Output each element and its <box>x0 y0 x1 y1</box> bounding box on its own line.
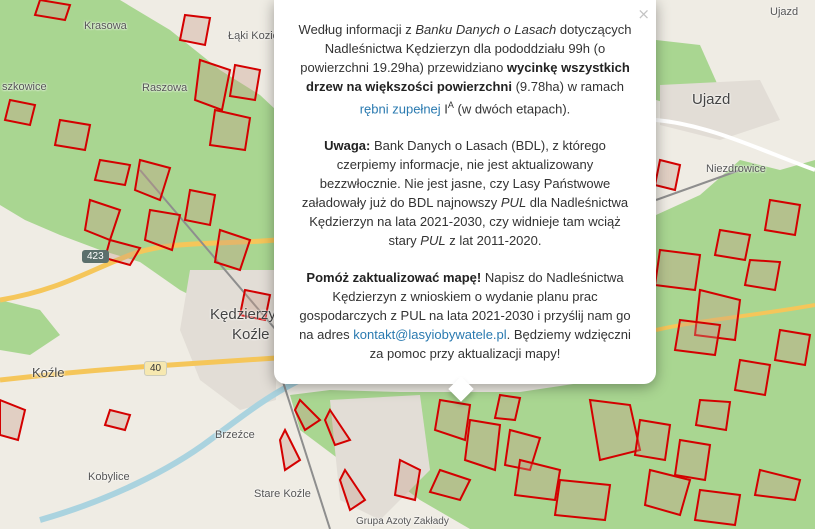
popup-paragraph-plan: Według informacji z Banku Danych o Lasac… <box>296 20 634 118</box>
place-label-raszowa: Raszowa <box>142 82 188 94</box>
popup-content: Według informacji z Banku Danych o Lasac… <box>274 0 656 363</box>
text: z lat 2011-2020. <box>445 233 542 249</box>
help-heading: Pomóż zaktualizować mapę! <box>306 270 482 286</box>
popup-paragraph-help: Pomóż zaktualizować mapę! Napisz do Nadl… <box>296 268 634 363</box>
place-label-azoty: Grupa Azoty Zakłady <box>356 516 449 527</box>
place-label-stare-kozle: Stare Koźle <box>254 488 311 500</box>
place-label-szkowice: szkowice <box>2 81 47 93</box>
place-label-kobylice: Kobylice <box>88 471 130 483</box>
place-label-krasowa: Krasowa <box>84 20 127 32</box>
place-label-kozle: Koźle <box>32 365 65 380</box>
road-shield-423: 423 <box>82 250 109 263</box>
email-link[interactable]: kontakt@lasyiobywatele.pl <box>353 327 506 342</box>
info-popup: × Według informacji z Banku Danych o Las… <box>274 0 656 402</box>
place-label-ujazd: Ujazd <box>692 91 731 108</box>
place-label-niezdrowice: Niezdrowice <box>706 163 766 175</box>
source-name: Banku Danych o Lasach <box>415 22 557 37</box>
popup-paragraph-warning: Uwaga: Bank Danych o Lasach (BDL), z któ… <box>296 136 634 250</box>
pul-term: PUL <box>500 195 527 211</box>
pul-term: PUL <box>420 233 446 249</box>
place-label-ujazd-top: Ujazd <box>770 6 799 18</box>
warning-label: Uwaga: <box>324 138 371 154</box>
rebnia-link[interactable]: rębni zupełnej <box>360 101 441 116</box>
place-label-kozle-city: Koźle <box>232 326 270 343</box>
text: (w dwóch etapach). <box>453 101 571 117</box>
road-shield-40: 40 <box>144 361 168 376</box>
place-label-brzezce: Brzeźce <box>215 429 255 441</box>
text: Według informacji z <box>298 22 416 37</box>
text: (9.78ha) w ramach <box>511 79 624 94</box>
